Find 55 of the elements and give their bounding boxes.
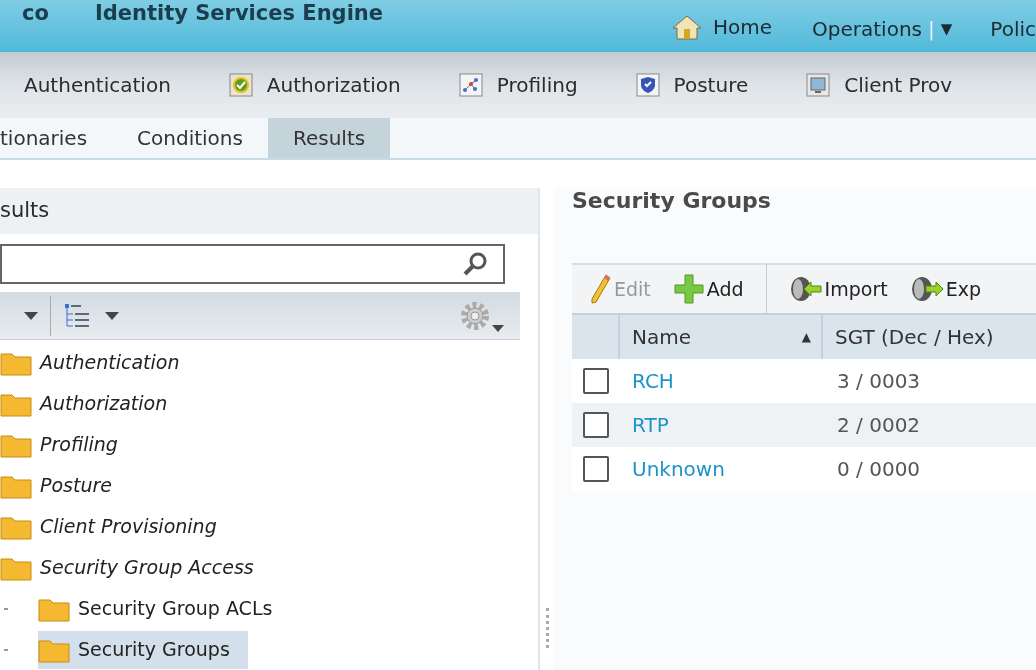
tree-item[interactable]: Authorization (0, 384, 186, 423)
sort-indicator: ▲ (801, 329, 811, 346)
tree-item[interactable]: Profiling (0, 425, 136, 464)
main-tab[interactable]: Profiling (458, 70, 578, 100)
row-checkbox[interactable] (583, 412, 609, 438)
caret-down-icon (492, 324, 504, 332)
tree-item[interactable]: Security Group ACLs (38, 589, 291, 628)
main-tab[interactable]: Authentication (24, 70, 171, 100)
page-title: Security Groups (572, 187, 772, 215)
group-name-link[interactable]: Unknown (620, 454, 823, 484)
main-tab[interactable]: Authorization (228, 70, 401, 100)
shield-icon (635, 73, 660, 97)
sub-tab[interactable]: Results (267, 118, 391, 158)
sub-tab[interactable]: tionaries (0, 118, 113, 158)
tree-item[interactable]: Authentication (0, 343, 198, 382)
shield-check-icon (228, 73, 253, 97)
nav-link[interactable]: Polic (990, 14, 1036, 44)
splitter-handle[interactable] (545, 608, 549, 648)
plus-icon (672, 273, 705, 305)
tree-item[interactable]: Security Groups (38, 630, 248, 669)
tree-item[interactable]: Posture (0, 466, 130, 505)
toolbar-button[interactable]: Exp (909, 274, 981, 304)
toolbar-button[interactable]: Add (672, 273, 744, 305)
settings-icon (459, 299, 491, 332)
monitor-icon (806, 73, 831, 97)
row-checkbox[interactable] (583, 368, 609, 394)
search-field[interactable] (0, 244, 505, 285)
settings-menu[interactable] (459, 299, 504, 332)
tree-view-menu[interactable] (63, 302, 119, 329)
table-cell-text: 0 / 0000 (836, 456, 921, 483)
tree-list-icon (63, 302, 91, 329)
table-cell-text: 2 / 0002 (836, 412, 921, 439)
cylinder-arrow-icon (909, 274, 944, 304)
home-link[interactable]: Home (671, 12, 773, 42)
caret-down-icon (24, 311, 38, 320)
row-checkbox[interactable] (583, 456, 609, 482)
tree-item[interactable]: Client Provisioning (0, 507, 235, 546)
sub-tab[interactable]: Conditions (112, 118, 268, 158)
main-tab[interactable]: Client Prov (806, 70, 953, 100)
brand-text: co (22, 0, 49, 26)
main-tab[interactable]: Posture (635, 70, 749, 100)
cylinder-arrow-icon (788, 274, 823, 304)
app-title: Identity Services Engine (94, 0, 384, 26)
pencil-icon (590, 273, 612, 305)
tree-connector-icon (4, 648, 8, 651)
panel-title: sults (0, 197, 50, 225)
table-cell-text: 3 / 0003 (836, 368, 921, 395)
tree-item[interactable]: Security Group Access (0, 548, 272, 587)
column-header[interactable]: SGT (Dec / Hex) (823, 315, 1036, 359)
toolbar-button[interactable]: Import (788, 274, 888, 304)
tree-connector-icon (4, 607, 8, 610)
operations-menu[interactable]: Operations | ▼ (812, 14, 953, 44)
caret-down-icon (105, 311, 119, 320)
network-icon (458, 73, 483, 97)
house-icon (671, 14, 703, 40)
